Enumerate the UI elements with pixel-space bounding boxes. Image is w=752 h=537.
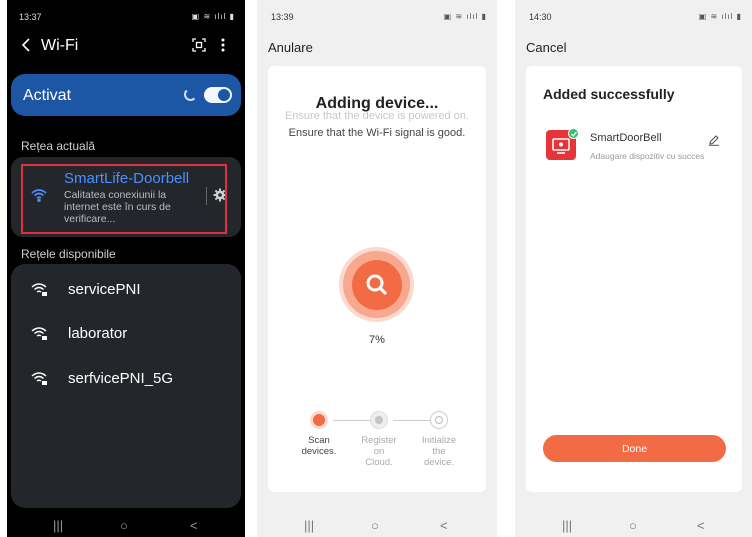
status-icons: ▣ ≋ ılıl ▮ <box>698 12 742 21</box>
wifi-lock-icon <box>31 371 48 391</box>
list-item[interactable]: laborator <box>11 320 241 350</box>
current-network-header: Rețea actuală <box>21 139 96 153</box>
step-initialize-label: Initialize the device. <box>421 435 457 468</box>
status-icons: ▣ ≋ ılıl ▮ <box>191 12 235 21</box>
step-register-label: Register on Cloud. <box>361 435 397 468</box>
edit-icon[interactable] <box>708 133 720 151</box>
cancel-link[interactable]: Cancel <box>526 40 566 55</box>
more-icon[interactable] <box>221 38 225 57</box>
device-status: Adaugare dispozitiv cu succes <box>590 151 705 161</box>
network-name: servicePNI <box>68 281 141 298</box>
status-time: 13:37 <box>19 12 42 22</box>
step-scan-label: Scan devices. <box>301 435 337 457</box>
back-button[interactable]: < <box>697 518 705 533</box>
step-connector <box>393 420 431 421</box>
device-name: SmartDoorBell <box>590 132 662 144</box>
back-button[interactable]: < <box>440 518 448 533</box>
success-card: Added successfully SmartDoorBell Adaugar… <box>526 66 742 492</box>
added-successfully-screen: 14:30 ▣ ≋ ılıl ▮ Cancel Added successful… <box>515 0 752 537</box>
check-icon <box>568 128 579 139</box>
wifi-toggle-label: Activat <box>23 87 72 104</box>
network-name: serfvicePNI_5G <box>68 370 174 387</box>
progress-card: Adding device... Ensure that the device … <box>268 66 486 492</box>
network-name: laborator <box>68 325 128 342</box>
status-time: 13:39 <box>271 12 294 22</box>
available-networks-header: Rețele disponibile <box>21 247 116 261</box>
list-item[interactable]: servicePNI <box>11 276 241 306</box>
wifi-settings-screen: 13:37 ▣ ≋ ılıl ▮ Wi-Fi Activat Rețea act… <box>7 0 245 537</box>
status-time: 14:30 <box>529 12 552 22</box>
wifi-lock-icon <box>31 282 48 302</box>
wifi-switch[interactable] <box>204 87 232 103</box>
search-icon <box>352 260 402 310</box>
adding-device-screen: 13:39 ▣ ≋ ılıl ▮ Anulare Adding device..… <box>257 0 497 537</box>
cancel-link[interactable]: Anulare <box>268 40 313 55</box>
home-button[interactable]: ○ <box>629 518 637 533</box>
page-title: Wi-Fi <box>41 37 79 54</box>
step-register-icon <box>370 411 388 429</box>
list-item[interactable]: serfvicePNI_5G <box>11 365 241 395</box>
hint-faded: Ensure that the device is powered on. <box>284 110 470 122</box>
done-button-label: Done <box>621 443 648 455</box>
home-button[interactable]: ○ <box>120 518 128 533</box>
recents-button[interactable]: ||| <box>304 518 314 533</box>
done-button[interactable]: Done <box>543 435 726 462</box>
available-networks-list: servicePNI laborator serfvicePNI_5G <box>11 264 241 508</box>
home-button[interactable]: ○ <box>371 518 379 533</box>
wifi-toggle-row[interactable]: Activat <box>11 74 241 116</box>
back-button[interactable]: < <box>190 518 198 533</box>
back-icon[interactable] <box>21 38 31 57</box>
step-initialize-icon <box>430 411 448 429</box>
wifi-lock-icon <box>31 326 48 346</box>
highlight-box <box>21 164 227 234</box>
step-scan-icon <box>310 411 328 429</box>
recents-button[interactable]: ||| <box>53 518 63 533</box>
step-connector <box>333 420 371 421</box>
page-title: Added successfully <box>543 86 675 102</box>
spinner-icon <box>184 88 197 101</box>
recents-button[interactable]: ||| <box>562 518 572 533</box>
progress-percent: 7% <box>369 334 385 346</box>
status-icons: ▣ ≋ ılıl ▮ <box>443 12 487 21</box>
hint: Ensure that the Wi-Fi signal is good. <box>288 127 466 139</box>
qr-scan-icon[interactable] <box>192 38 206 57</box>
